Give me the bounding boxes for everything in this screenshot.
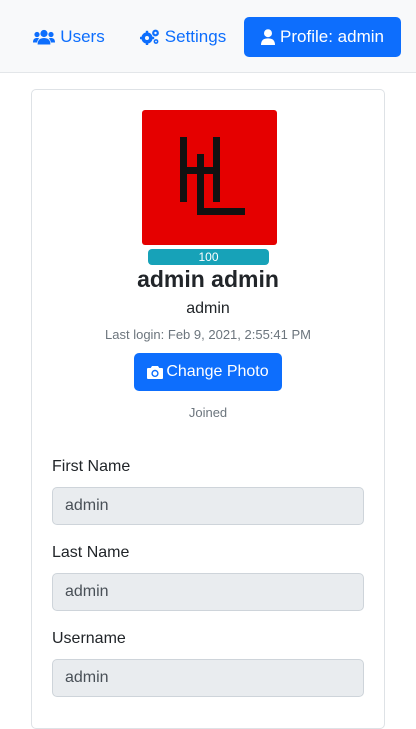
last-login-text: Last login: Feb 9, 2021, 2:55:41 PM — [105, 327, 311, 342]
username-label: Username — [52, 630, 126, 647]
top-nav: Users Settings Profile: admin — [0, 0, 416, 73]
first-name-label: First Name — [52, 458, 131, 475]
username-field[interactable] — [52, 659, 364, 697]
joined-text: Joined — [188, 405, 228, 420]
avatar-logo — [180, 137, 245, 215]
profile-full-name: admin admin — [137, 266, 279, 292]
change-photo-label: Change Photo — [166, 363, 269, 380]
camera-icon — [147, 366, 164, 379]
score-badge: 100 — [148, 249, 269, 265]
nav-users-button[interactable]: Users — [28, 17, 110, 57]
last-name-field[interactable] — [52, 573, 364, 611]
last-name-label: Last Name — [52, 544, 130, 561]
nav-settings-label: Settings — [164, 27, 227, 46]
nav-settings-button[interactable]: Settings — [132, 17, 234, 57]
nav-users-label: Users — [60, 27, 105, 46]
nav-profile-button[interactable]: Profile: admin — [244, 17, 401, 57]
profile-username: admin — [186, 300, 230, 317]
change-photo-button[interactable]: Change Photo — [134, 353, 282, 391]
user-icon — [261, 29, 276, 45]
nav-profile-label: Profile: admin — [280, 27, 384, 46]
first-name-field[interactable] — [52, 487, 364, 525]
avatar — [142, 110, 277, 245]
gear-icon — [139, 29, 159, 45]
profile-card: 100 admin admin admin Last login: Feb 9,… — [31, 89, 385, 729]
users-icon — [33, 29, 56, 45]
